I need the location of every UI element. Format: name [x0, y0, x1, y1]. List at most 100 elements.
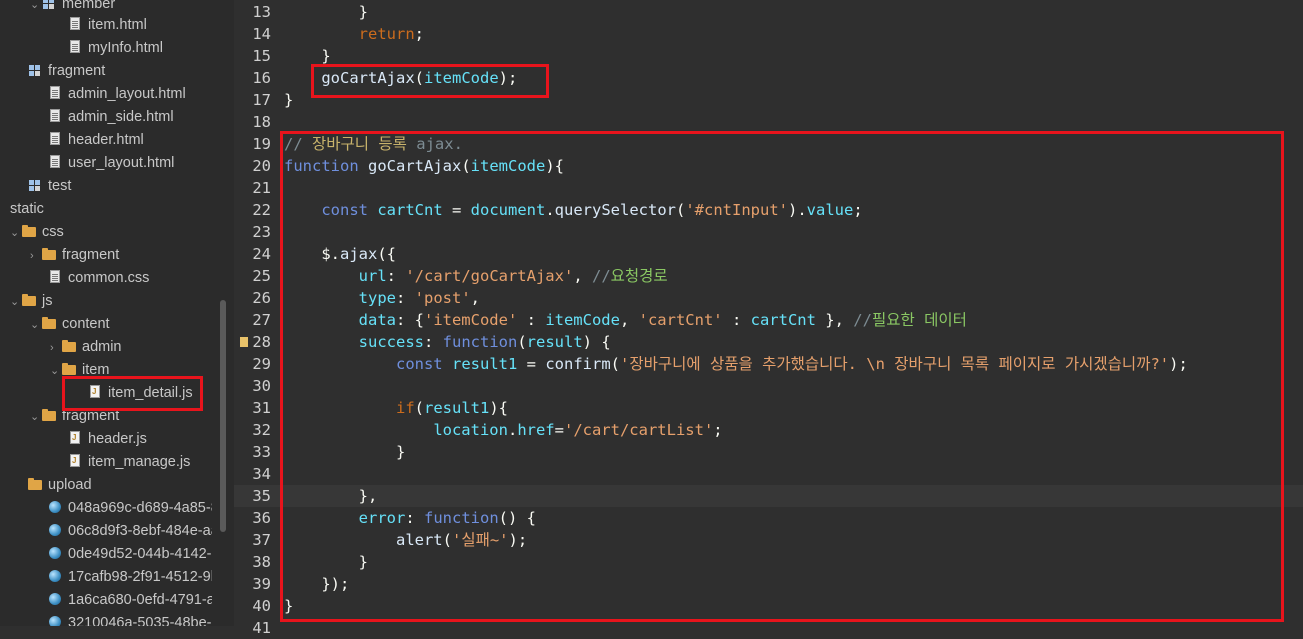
tree-item-0de49d52-044b-4142-b5[interactable]: 0de49d52-044b-4142-b5 — [48, 543, 212, 566]
chevron-down-icon[interactable]: ⌄ — [50, 360, 62, 383]
html-file-icon — [48, 86, 62, 100]
tree-item-static[interactable]: static — [10, 198, 44, 221]
html-file-icon — [68, 17, 82, 31]
folder-icon — [42, 247, 56, 261]
chevron-down-icon[interactable]: ⌄ — [30, 0, 42, 17]
line-number: 27 — [252, 311, 271, 329]
code-token: } — [284, 91, 294, 109]
tree-item-label: fragment — [62, 247, 120, 263]
line-number: 25 — [252, 267, 271, 285]
folder-icon — [42, 316, 56, 330]
image-file-icon — [48, 546, 62, 560]
folder-icon — [22, 293, 36, 307]
line-number: 32 — [252, 421, 271, 439]
tree-item-label: fragment — [48, 63, 106, 79]
tree-item-fragment[interactable]: › fragment — [30, 244, 119, 267]
warning-marker-icon[interactable] — [240, 337, 248, 347]
tree-item-048a969c-d689-4a85-88[interactable]: 048a969c-d689-4a85-88 — [48, 497, 212, 520]
tree-item-fragment[interactable]: fragment — [28, 60, 105, 83]
tree-item-label: header.html — [68, 132, 144, 148]
tree-item-label: common.css — [68, 270, 150, 286]
tree-item-content[interactable]: ⌄ content — [30, 313, 110, 336]
image-file-icon — [48, 500, 62, 514]
tree-item-myinfo-html[interactable]: myInfo.html — [68, 37, 163, 60]
tree-item-item-manage-js[interactable]: item_manage.js — [68, 451, 190, 474]
tree-item-upload[interactable]: upload — [28, 474, 92, 497]
code-line[interactable]: 14 return; — [234, 23, 1303, 45]
line-number: 30 — [252, 377, 271, 395]
package-icon — [42, 0, 56, 10]
folder-icon — [62, 339, 76, 353]
chevron-down-icon[interactable]: ⌄ — [10, 291, 22, 314]
code-token: return — [358, 25, 415, 43]
code-token: ; — [414, 25, 424, 43]
html-file-icon — [48, 155, 62, 169]
code-text: return; — [284, 23, 424, 45]
line-number: 35 — [252, 487, 271, 505]
tree-item-label: content — [62, 316, 110, 332]
project-explorer: ⌄ member item.html myInfo.html fragment admin… — [0, 0, 212, 626]
code-line[interactable]: 18 — [234, 111, 1303, 133]
tree-item-label: 3210046a-5035-48be-84 — [68, 615, 212, 626]
line-number: 33 — [252, 443, 271, 461]
tree-item-header-html[interactable]: header.html — [48, 129, 144, 152]
line-number: 19 — [252, 135, 271, 153]
tree-item-label: js — [42, 293, 53, 309]
line-number: 21 — [252, 179, 271, 197]
tree-item-item-html[interactable]: item.html — [68, 14, 147, 37]
tree-item-common-css[interactable]: common.css — [48, 267, 149, 290]
line-number: 23 — [252, 223, 271, 241]
chevron-down-icon[interactable]: ⌄ — [30, 406, 42, 429]
tree-item-06c8d9f3-8ebf-484e-aab[interactable]: 06c8d9f3-8ebf-484e-aab — [48, 520, 212, 543]
tree-item-label: myInfo.html — [88, 40, 163, 56]
package-icon — [28, 63, 42, 77]
tree-item-user-layout-html[interactable]: user_layout.html — [48, 152, 174, 175]
line-number: 37 — [252, 531, 271, 549]
chevron-down-icon[interactable]: ⌄ — [10, 222, 22, 245]
js-file-icon — [68, 454, 82, 468]
chevron-down-icon[interactable]: ⌄ — [30, 314, 42, 337]
tree-item-admin[interactable]: › admin — [50, 336, 122, 359]
image-file-icon — [48, 569, 62, 583]
tree-item-header-js[interactable]: header.js — [68, 428, 147, 451]
line-number: 24 — [252, 245, 271, 263]
tree-item-css[interactable]: ⌄ css — [10, 221, 64, 244]
line-number: 41 — [252, 619, 271, 637]
sidebar-scrollbar[interactable] — [220, 300, 226, 532]
html-file-icon — [48, 132, 62, 146]
line-number: 40 — [252, 597, 271, 615]
tree-item-label: item.html — [88, 17, 147, 33]
tree-item-17cafb98-2f91-4512-9b8[interactable]: 17cafb98-2f91-4512-9b8 — [48, 566, 212, 589]
tree-item-label: member — [62, 0, 116, 12]
image-file-icon — [48, 615, 62, 626]
line-number: 34 — [252, 465, 271, 483]
css-file-icon — [48, 270, 62, 284]
code-token: } — [358, 3, 368, 21]
highlight-call-line — [311, 64, 549, 98]
tree-item-admin-layout-html[interactable]: admin_layout.html — [48, 83, 186, 106]
tree-item-label: 048a969c-d689-4a85-88 — [68, 500, 212, 516]
tree-item-label: header.js — [88, 431, 147, 447]
tree-item-3210046a-5035-48be-84[interactable]: 3210046a-5035-48be-84 — [48, 612, 212, 626]
tree-item-label: admin — [82, 339, 122, 355]
line-number: 29 — [252, 355, 271, 373]
tree-item-test[interactable]: test — [28, 175, 71, 198]
code-line[interactable]: 13 } — [234, 1, 1303, 23]
tree-item-label: admin_side.html — [68, 109, 174, 125]
chevron-right-icon[interactable]: › — [50, 337, 62, 360]
tree-item-label: user_layout.html — [68, 155, 175, 171]
tree-item-label: css — [42, 224, 64, 240]
tree-item-js[interactable]: ⌄ js — [10, 290, 52, 313]
tree-item-admin-side-html[interactable]: admin_side.html — [48, 106, 174, 129]
tree-item-label: static — [10, 201, 44, 217]
line-number: 15 — [252, 47, 271, 65]
line-number: 14 — [252, 25, 271, 43]
tree-item-1a6ca680-0efd-4791-a9[interactable]: 1a6ca680-0efd-4791-a9 — [48, 589, 212, 612]
line-number: 39 — [252, 575, 271, 593]
chevron-right-icon[interactable]: › — [30, 245, 42, 268]
line-number: 38 — [252, 553, 271, 571]
line-number: 18 — [252, 113, 271, 131]
line-number: 36 — [252, 509, 271, 527]
line-number: 17 — [252, 91, 271, 109]
